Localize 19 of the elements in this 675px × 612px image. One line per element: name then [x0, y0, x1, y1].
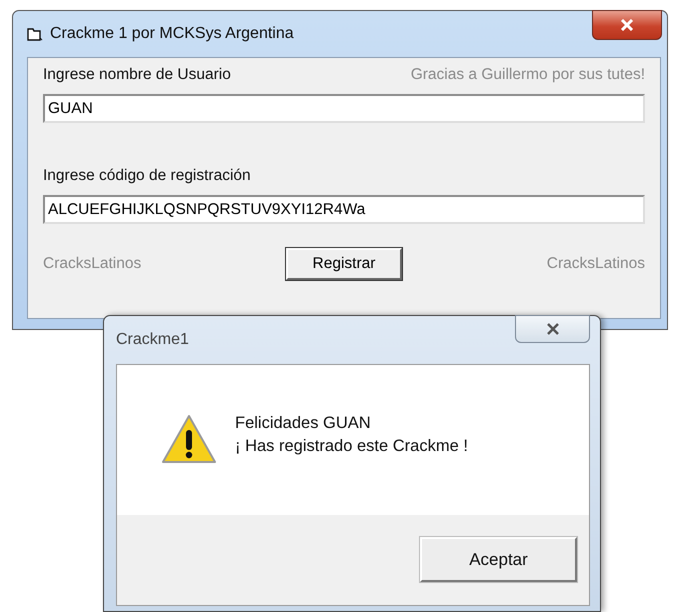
username-field[interactable]: GUAN	[43, 94, 645, 123]
close-icon	[546, 323, 560, 335]
ok-button[interactable]: Aceptar	[420, 537, 577, 582]
message-text: ¡ Has registrado este Crackme !	[235, 437, 468, 456]
window-title: Crackme 1 por MCKSys Argentina	[50, 25, 294, 43]
field-label: Ingrese código de registración	[43, 167, 252, 185]
close-icon	[620, 19, 634, 31]
credits-text: CracksLatinos	[43, 255, 142, 273]
register-button[interactable]: Registrar	[286, 248, 402, 280]
window-icon	[27, 27, 43, 41]
field-label: Ingrese nombre de Usuario	[43, 66, 231, 84]
dialog-title: Crackme1	[116, 331, 189, 349]
close-button[interactable]	[592, 10, 662, 40]
close-button[interactable]	[515, 315, 590, 343]
code-field[interactable]: ALCUEFGHIJKLQSNPQRSTUV9XYI12R4Wa	[43, 195, 645, 224]
credits-text: Gracias a Guillermo por sus tutes!	[410, 66, 645, 84]
warning-icon	[161, 414, 217, 464]
message-text: Felicidades GUAN	[235, 414, 372, 433]
credits-text: CracksLatinos	[546, 255, 645, 273]
